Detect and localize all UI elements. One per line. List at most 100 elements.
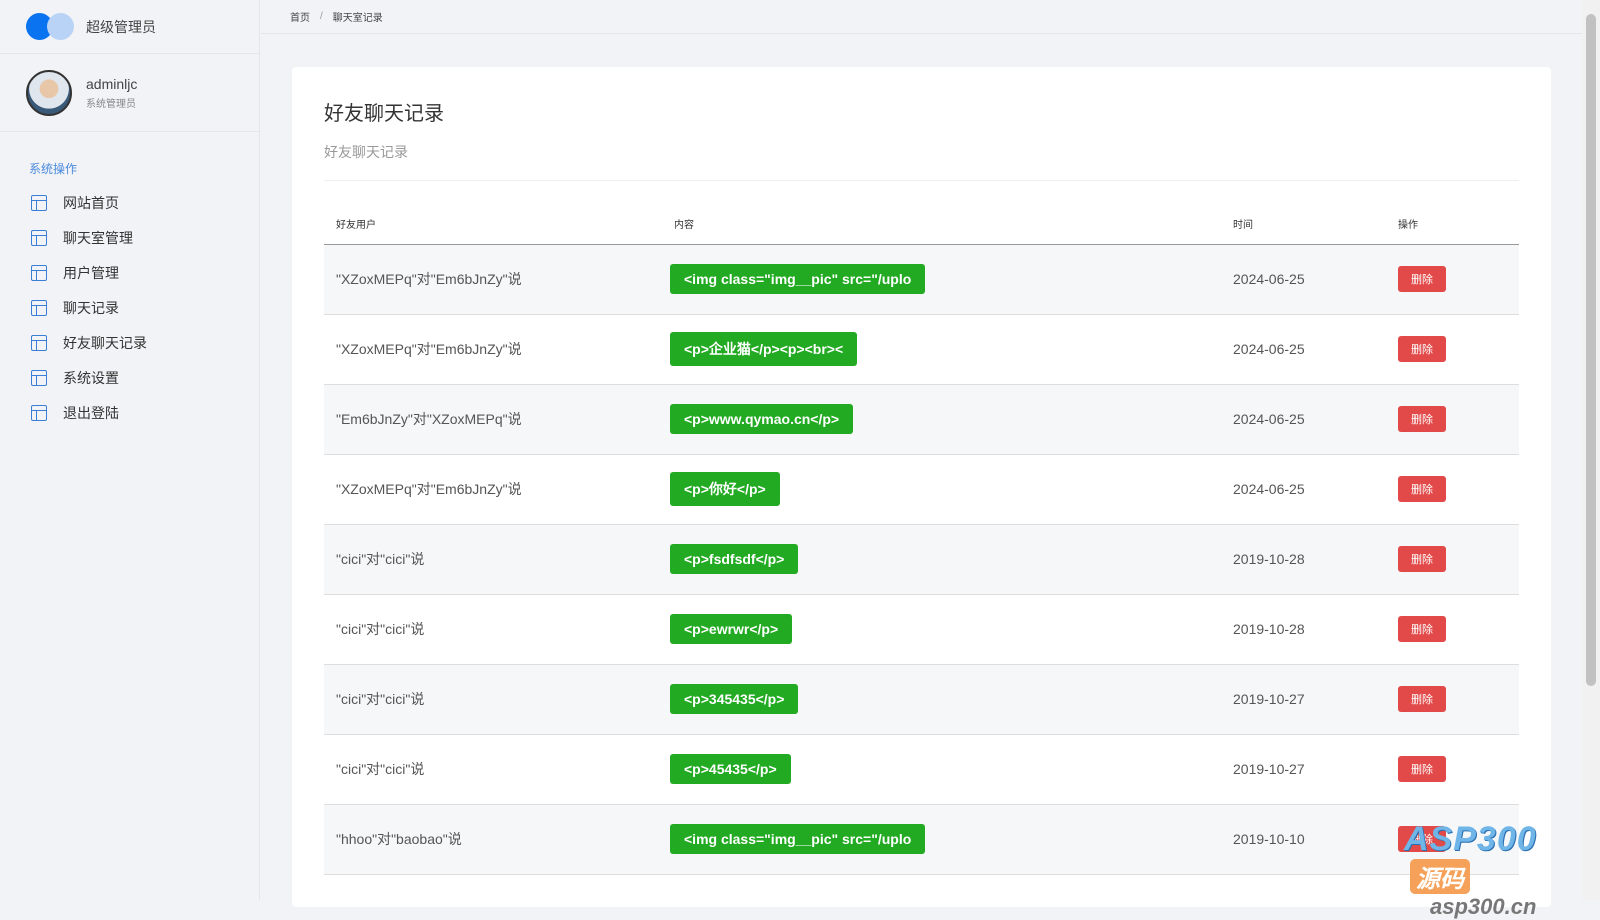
table-row: "cici"对"cici"说 <p>45435</p> 2019-10-27 删…: [324, 734, 1519, 805]
sidebar-item[interactable]: 系统设置: [0, 360, 259, 395]
cell-content: <img class="img__pic" src="/uplo: [662, 804, 1221, 875]
table-row: "Em6bJnZy"对"XZoxMEPq"说 <p>www.qymao.cn</…: [324, 384, 1519, 455]
brand-title: 超级管理员: [86, 18, 156, 35]
content-badge: <p>345435</p>: [670, 684, 799, 714]
sidebar-item[interactable]: 聊天记录: [0, 290, 259, 325]
sidebar: 超级管理员 adminljc 系统管理员 系统操作 网站首页聊天室管理用户管理聊…: [0, 0, 260, 900]
user-role: 系统管理员: [86, 98, 136, 110]
table-row: "XZoxMEPq"对"Em6bJnZy"说 <p>你好</p> 2024-06…: [324, 454, 1519, 525]
cell-content: <p>345435</p>: [662, 664, 1221, 735]
layout-icon: [31, 369, 47, 386]
sidebar-item[interactable]: 退出登陆: [0, 395, 259, 430]
cell-user: "cici"对"cici"说: [324, 664, 662, 735]
cell-action: 删除: [1386, 594, 1519, 665]
cell-time: 2019-10-27: [1221, 734, 1386, 805]
delete-button[interactable]: 删除: [1398, 406, 1446, 432]
col-action: 操作: [1386, 203, 1519, 245]
chat-table: 好友用户 内容 时间 操作 "XZoxMEPq"对"Em6bJnZy"说 <im…: [324, 203, 1519, 875]
cell-user: "XZoxMEPq"对"Em6bJnZy"说: [324, 454, 662, 525]
col-user: 好友用户: [324, 203, 662, 245]
col-content: 内容: [662, 203, 1221, 245]
cell-action: 删除: [1386, 384, 1519, 455]
avatar[interactable]: [26, 69, 72, 116]
cell-content: <p>fsdfsdf</p>: [662, 524, 1221, 595]
delete-button[interactable]: 删除: [1398, 336, 1446, 362]
cell-action: 删除: [1386, 314, 1519, 385]
content-badge: <p>fsdfsdf</p>: [670, 544, 799, 574]
scrollbar[interactable]: [1582, 0, 1600, 900]
table-row: "cici"对"cici"说 <p>ewrwr</p> 2019-10-28 删…: [324, 594, 1519, 665]
brand: 超级管理员: [0, 0, 259, 54]
content-badge: <img class="img__pic" src="/uplo: [670, 824, 926, 854]
delete-button[interactable]: 删除: [1398, 826, 1446, 852]
cell-user: "cici"对"cici"说: [324, 524, 662, 595]
breadcrumb-home[interactable]: 首页: [290, 9, 310, 24]
cell-user: "Em6bJnZy"对"XZoxMEPq"说: [324, 384, 662, 455]
cell-time: 2019-10-28: [1221, 594, 1386, 665]
cell-action: 删除: [1386, 804, 1519, 875]
delete-button[interactable]: 删除: [1398, 686, 1446, 712]
page-title: 好友聊天记录: [324, 103, 444, 125]
sidebar-item[interactable]: 聊天室管理: [0, 220, 259, 255]
cell-content: <p>45435</p>: [662, 734, 1221, 805]
scrollbar-thumb[interactable]: [1586, 14, 1596, 686]
cell-time: 2024-06-25: [1221, 244, 1386, 315]
sidebar-item-label: 聊天记录: [63, 299, 119, 316]
delete-button[interactable]: 删除: [1398, 546, 1446, 572]
content-badge: <p>ewrwr</p>: [670, 614, 793, 644]
content-badge: <img class="img__pic" src="/uplo: [670, 264, 926, 294]
content-card: 好友聊天记录 好友聊天记录 好友用户 内容 时间 操作 "XZoxMEPq"对"…: [292, 67, 1551, 907]
delete-button[interactable]: 删除: [1398, 266, 1446, 292]
cell-content: <p>www.qymao.cn</p>: [662, 384, 1221, 455]
page-subtitle: 好友聊天记录: [324, 142, 1519, 181]
table-row: "cici"对"cici"说 <p>345435</p> 2019-10-27 …: [324, 664, 1519, 735]
cell-content: <img class="img__pic" src="/uplo: [662, 244, 1221, 315]
cell-user: "XZoxMEPq"对"Em6bJnZy"说: [324, 314, 662, 385]
delete-button[interactable]: 删除: [1398, 616, 1446, 642]
cell-user: "hhoo"对"baobao"说: [324, 804, 662, 875]
layout-icon: [31, 229, 47, 246]
sidebar-item-label: 聊天室管理: [63, 229, 133, 246]
cell-time: 2019-10-10: [1221, 804, 1386, 875]
content-badge: <p>企业猫</p><p><br><: [670, 332, 858, 366]
cell-content: <p>企业猫</p><p><br><: [662, 314, 1221, 385]
cell-time: 2024-06-25: [1221, 384, 1386, 455]
table-row: "cici"对"cici"说 <p>fsdfsdf</p> 2019-10-28…: [324, 524, 1519, 595]
content-badge: <p>45435</p>: [670, 754, 791, 784]
user-profile: adminljc 系统管理员: [0, 54, 259, 132]
table-row: "XZoxMEPq"对"Em6bJnZy"说 <img class="img__…: [324, 244, 1519, 315]
layout-icon: [31, 264, 47, 281]
col-time: 时间: [1221, 203, 1386, 245]
sidebar-item-label: 系统设置: [63, 369, 119, 386]
cell-action: 删除: [1386, 454, 1519, 525]
sidebar-item-label: 用户管理: [63, 264, 119, 281]
content-badge: <p>你好</p>: [670, 472, 780, 506]
cell-time: 2024-06-25: [1221, 314, 1386, 385]
cell-time: 2019-10-27: [1221, 664, 1386, 735]
sidebar-item[interactable]: 好友聊天记录: [0, 325, 259, 360]
sidebar-item-label: 网站首页: [63, 194, 119, 211]
cell-action: 删除: [1386, 664, 1519, 735]
cell-content: <p>ewrwr</p>: [662, 594, 1221, 665]
cell-action: 删除: [1386, 244, 1519, 315]
cell-time: 2024-06-25: [1221, 454, 1386, 525]
logo-icon: [26, 12, 74, 41]
layout-icon: [31, 404, 47, 421]
section-label: 系统操作: [29, 162, 78, 176]
breadcrumb: 首页 / 聊天室记录: [261, 0, 1582, 34]
sidebar-item[interactable]: 网站首页: [0, 185, 259, 220]
sidebar-item[interactable]: 用户管理: [0, 255, 259, 290]
cell-time: 2019-10-28: [1221, 524, 1386, 595]
cell-user: "cici"对"cici"说: [324, 594, 662, 665]
delete-button[interactable]: 删除: [1398, 476, 1446, 502]
layout-icon: [31, 194, 47, 211]
breadcrumb-separator: /: [320, 11, 323, 22]
cell-user: "XZoxMEPq"对"Em6bJnZy"说: [324, 244, 662, 315]
user-name: adminljc: [86, 75, 138, 92]
cell-content: <p>你好</p>: [662, 454, 1221, 525]
table-row: "hhoo"对"baobao"说 <img class="img__pic" s…: [324, 804, 1519, 875]
cell-user: "cici"对"cici"说: [324, 734, 662, 805]
breadcrumb-current: 聊天室记录: [332, 13, 383, 24]
delete-button[interactable]: 删除: [1398, 756, 1446, 782]
content-badge: <p>www.qymao.cn</p>: [670, 404, 854, 434]
